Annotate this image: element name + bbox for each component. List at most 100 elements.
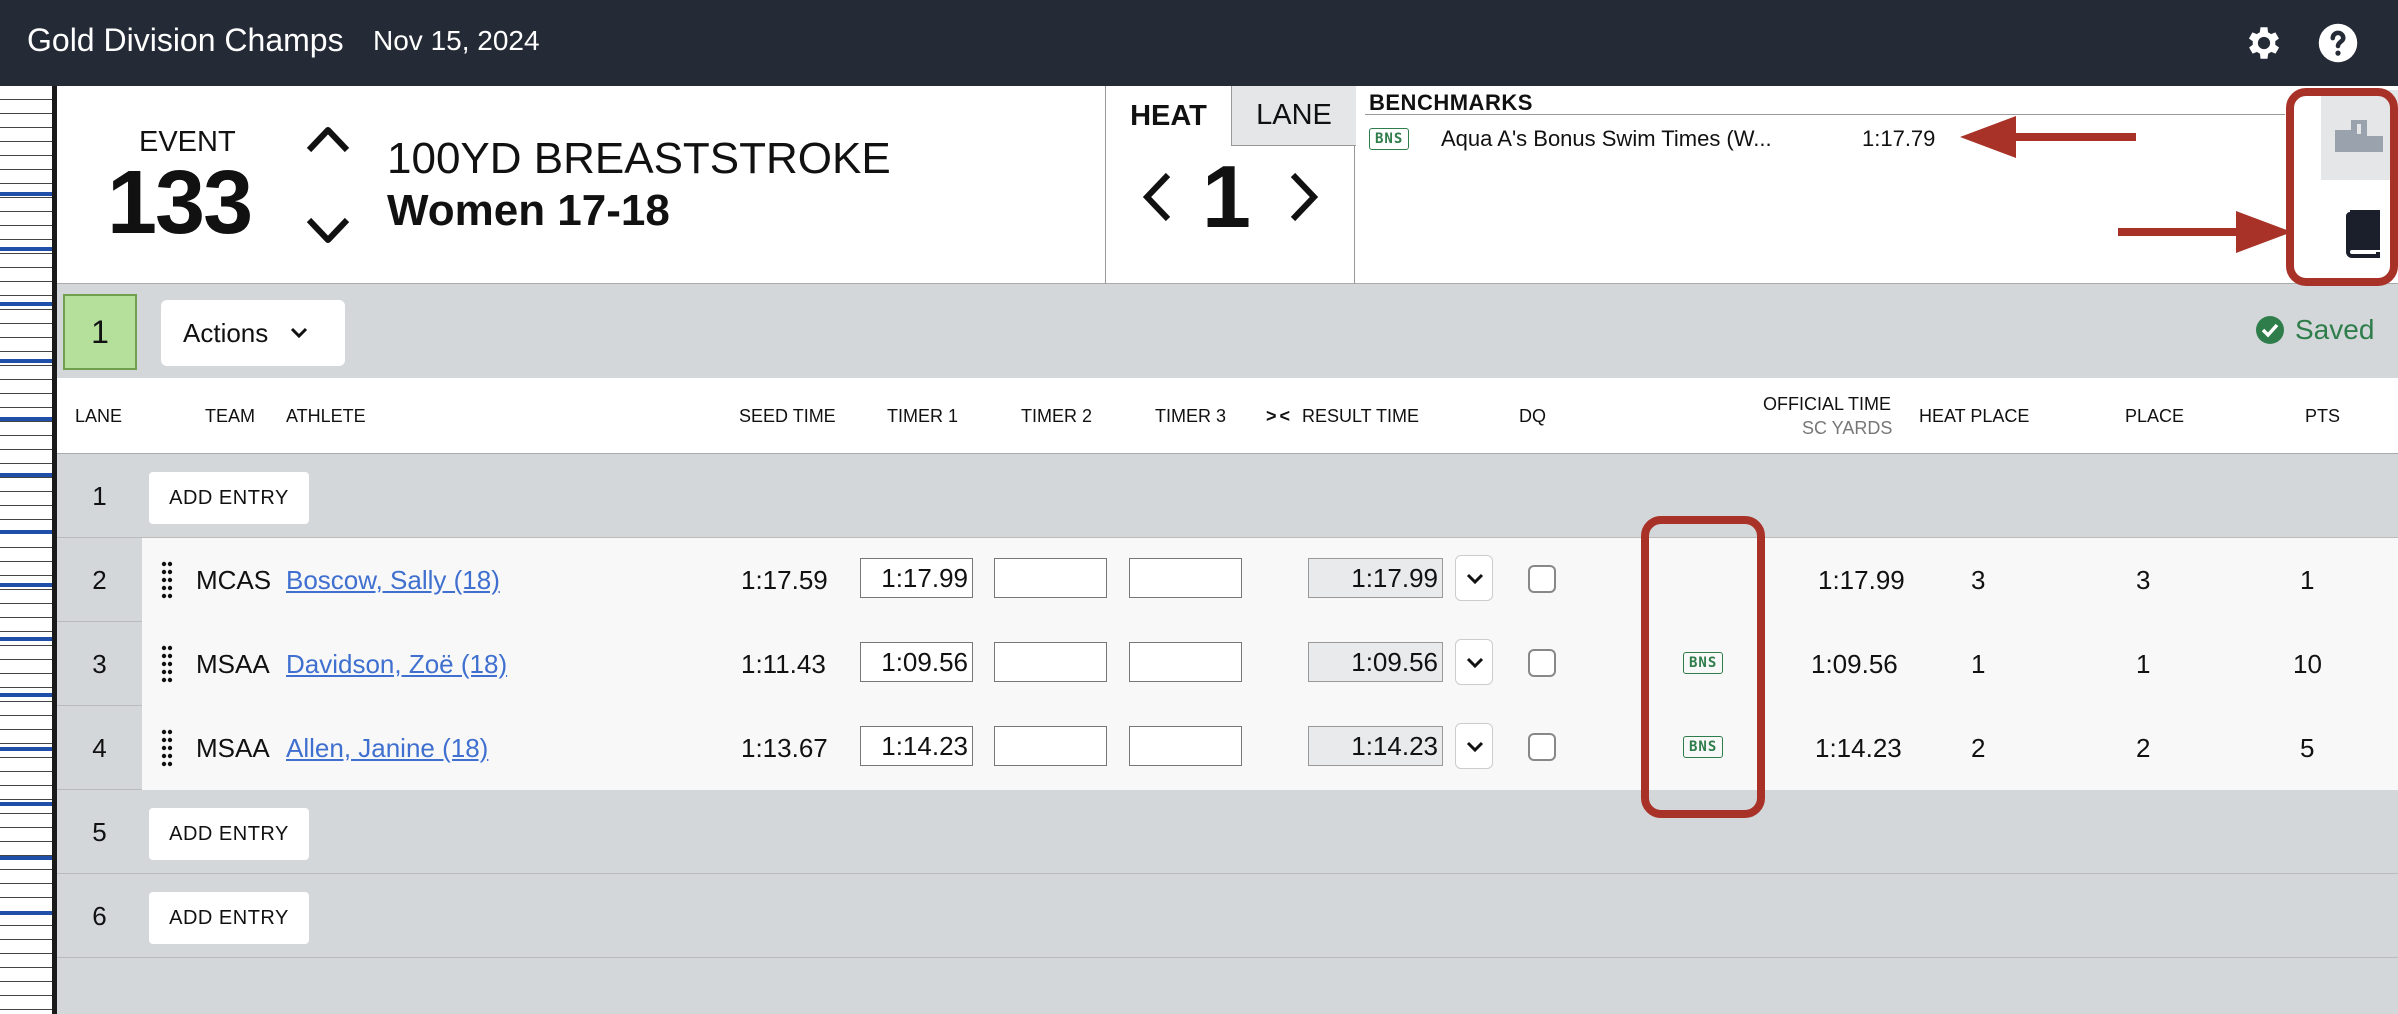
place: 3: [2136, 565, 2151, 595]
col-place: PLACE: [2125, 406, 2185, 426]
col-athlete: ATHLETE: [286, 406, 366, 426]
heat-navigator-strip[interactable]: [0, 86, 52, 1014]
chevron-left-icon[interactable]: [1140, 171, 1174, 223]
heat-place: 2: [1971, 733, 1986, 763]
swap-timers-icon[interactable]: > <: [1266, 406, 1290, 427]
benchmark-time: 1:17.79: [1862, 126, 1936, 151]
col-pts: PTS: [2305, 406, 2341, 426]
table-row: 4 MSAA Allen, Janine (18) 1:13.67 1:14.2…: [57, 706, 2398, 790]
dq-checkbox[interactable]: [1528, 649, 1556, 677]
team: MCAS: [196, 565, 272, 595]
team: MSAA: [196, 649, 270, 679]
meet-date: Nov 15, 2024: [373, 25, 540, 56]
result-time-field[interactable]: 1:14.23: [1308, 726, 1443, 766]
table-row: 3 MSAA Davidson, Zoë (18) 1:11.43 1:09.5…: [57, 622, 2398, 706]
add-entry-button[interactable]: ADD ENTRY: [149, 472, 309, 524]
lane-number: 4: [92, 732, 107, 763]
chevron-up-icon[interactable]: [305, 124, 351, 154]
lane-number: 3: [92, 648, 107, 679]
event-number: 133: [107, 153, 253, 253]
col-timer3: TIMER 3: [1155, 406, 1227, 426]
timer1-input[interactable]: 1:17.99: [860, 558, 973, 598]
annotation-highlight-bns-column: [1641, 516, 1765, 818]
tab-lane[interactable]: LANE: [1231, 86, 1356, 146]
seed-time: 1:17.59: [741, 565, 828, 595]
table-row: 1 ADD ENTRY: [57, 454, 2398, 538]
table-row: 6 ADD ENTRY: [57, 874, 2398, 958]
col-result-time: RESULT TIME: [1302, 406, 1420, 426]
col-seed-time: SEED TIME: [739, 406, 836, 426]
result-time-field[interactable]: 1:17.99: [1308, 558, 1443, 598]
timer2-input[interactable]: [994, 642, 1107, 682]
lane-number: 1: [92, 480, 107, 511]
heat-lane-selector: HEAT LANE 1: [1105, 86, 1356, 284]
lane-number: 6: [92, 900, 107, 931]
place: 1: [2136, 649, 2151, 679]
tab-heat[interactable]: HEAT: [1106, 86, 1231, 146]
gear-icon[interactable]: [2243, 22, 2285, 64]
official-time: 1:14.23: [1815, 733, 1902, 763]
actions-label: Actions: [183, 317, 269, 348]
dq-checkbox[interactable]: [1528, 733, 1556, 761]
chevron-down-icon: [1466, 741, 1484, 753]
timer3-input[interactable]: [1129, 726, 1242, 766]
event-name: 100YD BREASTSTROKE: [387, 134, 891, 183]
meet-title: Gold Division Champs: [27, 22, 344, 58]
athlete-link[interactable]: Allen, Janine (18): [286, 733, 488, 764]
chevron-down-icon[interactable]: [305, 216, 351, 246]
timer2-input[interactable]: [994, 558, 1107, 598]
help-icon[interactable]: [2317, 22, 2359, 64]
timer1-input[interactable]: 1:14.23: [860, 726, 973, 766]
lane-number: 2: [92, 564, 107, 595]
col-dq: DQ: [1519, 406, 1546, 426]
table-row: 5 ADD ENTRY: [57, 790, 2398, 874]
lane-number: 5: [92, 816, 107, 847]
top-bar: Gold Division Champs Nov 15, 2024: [0, 0, 2398, 86]
seed-time: 1:13.67: [741, 733, 828, 763]
actions-dropdown-button[interactable]: Actions: [161, 300, 345, 366]
col-official-time: OFFICIAL TIME: [1763, 394, 1892, 414]
event-group: Women 17-18: [387, 186, 670, 235]
points: 5: [2300, 733, 2315, 763]
check-circle-icon: [2256, 316, 2284, 344]
seed-time: 1:11.43: [741, 649, 826, 679]
points: 1: [2300, 565, 2315, 595]
place: 2: [2136, 733, 2151, 763]
heat-number: 1: [1202, 147, 1251, 246]
points: 10: [2293, 649, 2322, 679]
divider: [1365, 114, 2285, 115]
benchmark-name: Aqua A's Bonus Swim Times (W...: [1441, 126, 1772, 151]
result-time-field[interactable]: 1:09.56: [1308, 642, 1443, 682]
result-dropdown-button[interactable]: [1455, 639, 1493, 685]
timer3-input[interactable]: [1129, 642, 1242, 682]
chevron-right-icon[interactable]: [1287, 171, 1321, 223]
add-entry-button[interactable]: ADD ENTRY: [149, 892, 309, 944]
athlete-link[interactable]: Davidson, Zoë (18): [286, 649, 507, 680]
drag-handle-icon[interactable]: [161, 728, 173, 768]
timer1-input[interactable]: 1:09.56: [860, 642, 973, 682]
table-row: 2 MCAS Boscow, Sally (18) 1:17.59 1:17.9…: [57, 538, 2398, 622]
add-entry-button[interactable]: ADD ENTRY: [149, 808, 309, 860]
heat-place: 1: [1971, 649, 1986, 679]
annotation-arrow-right: [2118, 211, 2292, 253]
timer3-input[interactable]: [1129, 558, 1242, 598]
col-official-sub: SC YARDS: [1802, 418, 1893, 438]
result-dropdown-button[interactable]: [1455, 723, 1493, 769]
official-time: 1:09.56: [1811, 649, 1898, 679]
heat-badge[interactable]: 1: [63, 294, 137, 370]
annotation-highlight-icons: [2286, 88, 2398, 286]
dq-checkbox[interactable]: [1528, 565, 1556, 593]
drag-handle-icon[interactable]: [161, 644, 173, 684]
col-timer1: TIMER 1: [887, 406, 959, 426]
bns-badge: BNS: [1369, 128, 1410, 150]
chevron-down-icon: [291, 327, 308, 339]
drag-handle-icon[interactable]: [161, 560, 173, 600]
col-heat-place: HEAT PLACE: [1919, 406, 2030, 426]
result-dropdown-button[interactable]: [1455, 555, 1493, 601]
timer2-input[interactable]: [994, 726, 1107, 766]
athlete-link[interactable]: Boscow, Sally (18): [286, 565, 500, 596]
heat-place: 3: [1971, 565, 1986, 595]
results-table-header: LANE TEAM ATHLETE SEED TIME TIMER 1 TIME…: [57, 378, 2398, 454]
benchmarks-title: BENCHMARKS: [1369, 90, 1533, 115]
annotation-arrow-left: [1960, 116, 2136, 158]
